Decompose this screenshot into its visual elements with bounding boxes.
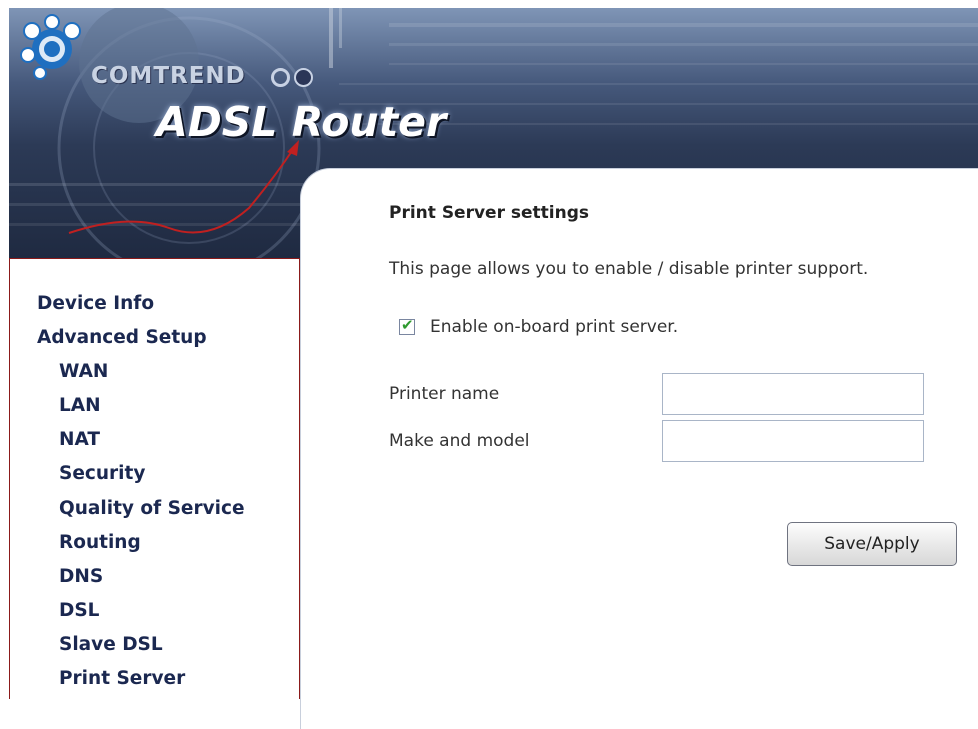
sidebar-item-routing[interactable]: Routing [59, 532, 141, 553]
sidebar-item-lan[interactable]: LAN [59, 395, 101, 416]
printer-name-input[interactable] [662, 373, 924, 415]
sidebar-item-print-server[interactable]: Print Server [59, 668, 185, 689]
sidebar-item-dns[interactable]: DNS [59, 566, 103, 587]
enable-print-server-row: ✔ Enable on-board print server. [399, 316, 679, 337]
sidebar-item-dsl[interactable]: DSL [59, 600, 99, 621]
sidebar-nav: Device Info Advanced Setup WAN LAN NAT S… [9, 258, 300, 699]
enable-print-server-checkbox[interactable]: ✔ [399, 316, 415, 335]
checkmark-icon: ✔ [401, 316, 414, 334]
sidebar-item-wan[interactable]: WAN [59, 361, 108, 382]
sidebar-item-device-info[interactable]: Device Info [37, 293, 154, 314]
comtrend-logo-icon [20, 14, 81, 80]
sidebar-item-advanced-setup[interactable]: Advanced Setup [37, 327, 207, 348]
make-and-model-label: Make and model [389, 431, 530, 451]
page-title: Print Server settings [389, 203, 590, 223]
enable-print-server-label: Enable on-board print server. [430, 317, 679, 337]
page-description: This page allows you to enable / disable… [389, 259, 869, 279]
sidebar-item-quality-of-service[interactable]: Quality of Service [59, 498, 245, 519]
sidebar-item-slave-dsl[interactable]: Slave DSL [59, 634, 163, 655]
brand-logo-text: COMTREND [91, 63, 246, 89]
printer-name-label: Printer name [389, 384, 500, 404]
brand-logo-dots [271, 68, 317, 91]
sidebar-item-security[interactable]: Security [59, 463, 145, 484]
save-apply-button[interactable]: Save/Apply [787, 522, 957, 566]
sidebar-item-nat[interactable]: NAT [59, 429, 100, 450]
product-title: ADSL Router [156, 98, 447, 146]
make-and-model-input[interactable] [662, 420, 924, 462]
